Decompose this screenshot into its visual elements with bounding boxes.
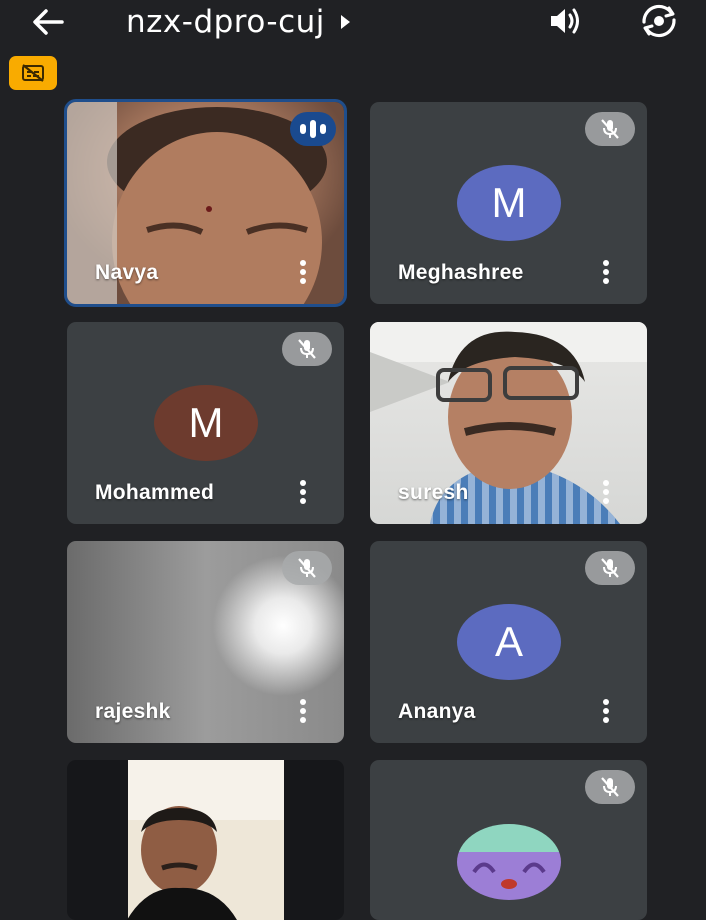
mic-off-icon bbox=[298, 558, 316, 578]
muted-indicator bbox=[585, 112, 635, 146]
mic-off-icon bbox=[601, 119, 619, 139]
avatar: M bbox=[154, 385, 258, 461]
back-button[interactable] bbox=[28, 4, 68, 40]
caret-right-icon bbox=[340, 15, 350, 29]
mic-off-icon bbox=[298, 339, 316, 359]
more-options-button[interactable] bbox=[296, 480, 310, 506]
more-options-button[interactable] bbox=[599, 480, 613, 506]
speaker-icon bbox=[551, 8, 579, 34]
avatar: A bbox=[457, 604, 561, 680]
avatar-image bbox=[457, 824, 561, 900]
speaking-indicator bbox=[290, 112, 336, 146]
captions-off-icon bbox=[22, 64, 44, 82]
participant-tile-mohammed[interactable]: M Mohammed bbox=[67, 322, 344, 524]
meeting-title-button[interactable]: nzx-dpro-cuj bbox=[126, 2, 350, 42]
avatar: M bbox=[457, 165, 561, 241]
more-options-button[interactable] bbox=[599, 260, 613, 286]
participant-tile-suresh[interactable]: suresh bbox=[370, 322, 647, 524]
participant-tile-rajeshk[interactable]: rajeshk bbox=[67, 541, 344, 743]
more-options-button[interactable] bbox=[296, 260, 310, 286]
participant-video bbox=[127, 760, 284, 920]
participant-name: rajeshk bbox=[95, 700, 171, 723]
participant-tile-ananya[interactable]: A Ananya bbox=[370, 541, 647, 743]
arrow-left-icon bbox=[33, 9, 64, 35]
mic-off-icon bbox=[601, 558, 619, 578]
participant-tile-video[interactable] bbox=[67, 760, 344, 920]
meeting-title: nzx-dpro-cuj bbox=[126, 4, 325, 40]
participant-tile-meghashree[interactable]: M Meghashree bbox=[370, 102, 647, 304]
more-options-button[interactable] bbox=[296, 699, 310, 725]
speaker-button[interactable] bbox=[545, 4, 587, 38]
top-bar: nzx-dpro-cuj bbox=[0, 0, 706, 48]
participant-name: suresh bbox=[398, 481, 469, 504]
camera-flip-button[interactable] bbox=[636, 2, 682, 40]
muted-indicator bbox=[585, 551, 635, 585]
more-options-button[interactable] bbox=[599, 699, 613, 725]
captions-badge[interactable] bbox=[9, 56, 57, 90]
participant-name: Meghashree bbox=[398, 261, 524, 284]
mic-off-icon bbox=[601, 777, 619, 797]
muted-indicator bbox=[585, 770, 635, 804]
participant-tile-avatar-image[interactable] bbox=[370, 760, 647, 920]
participant-name: Mohammed bbox=[95, 481, 215, 504]
participant-name: Ananya bbox=[398, 700, 476, 723]
participant-name: Navya bbox=[95, 261, 159, 284]
camera-flip-icon bbox=[642, 4, 676, 38]
participant-tile-navya[interactable]: Navya bbox=[64, 99, 347, 307]
muted-indicator bbox=[282, 551, 332, 585]
muted-indicator bbox=[282, 332, 332, 366]
